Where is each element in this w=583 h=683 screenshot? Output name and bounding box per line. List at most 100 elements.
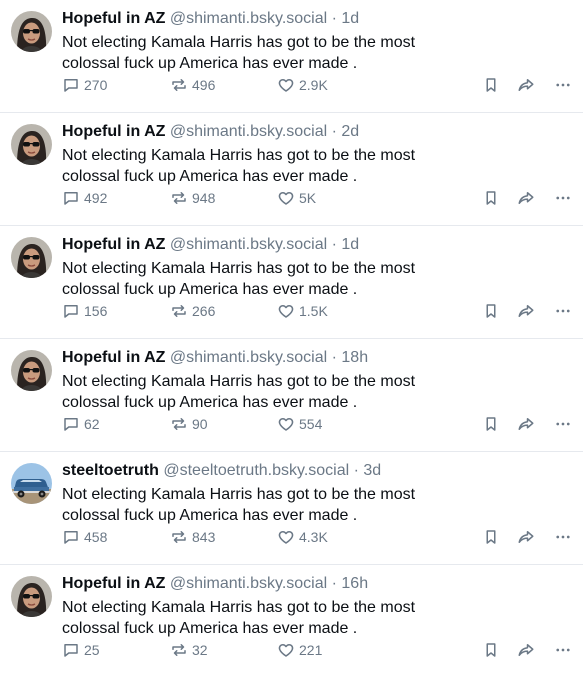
post-item[interactable]: Hopeful in AZ @shimanti.bsky.social · 16… — [0, 565, 583, 678]
repost-button[interactable]: 32 — [170, 639, 208, 661]
like-button[interactable]: 221 — [277, 639, 322, 661]
post-item[interactable]: steeltoetruth @steeltoetruth.bsky.social… — [0, 452, 583, 565]
avatar[interactable] — [11, 237, 52, 278]
share-button[interactable] — [516, 639, 536, 661]
reply-icon — [64, 531, 78, 544]
reply-icon — [64, 305, 78, 318]
author-handle[interactable]: @steeltoetruth.bsky.social — [163, 462, 349, 479]
reply-button[interactable]: 458 — [62, 526, 107, 548]
author-name[interactable]: Hopeful in AZ — [62, 236, 165, 253]
post-header: Hopeful in AZ @shimanti.bsky.social · 18… — [62, 348, 368, 368]
post-timestamp[interactable]: 1d — [341, 10, 359, 27]
post-item[interactable]: Hopeful in AZ @shimanti.bsky.social · 1d… — [0, 0, 583, 113]
author-name[interactable]: Hopeful in AZ — [62, 349, 165, 366]
bookmark-button[interactable] — [482, 74, 500, 96]
post-timestamp[interactable]: 1d — [341, 236, 359, 253]
reply-count: 62 — [84, 416, 100, 432]
share-button[interactable] — [516, 187, 536, 209]
author-handle[interactable]: @shimanti.bsky.social — [170, 349, 327, 366]
author-name[interactable]: Hopeful in AZ — [62, 10, 165, 27]
repost-button[interactable]: 948 — [170, 187, 215, 209]
bookmark-button[interactable] — [482, 413, 500, 435]
more-options-button[interactable] — [554, 74, 572, 96]
post-item[interactable]: Hopeful in AZ @shimanti.bsky.social · 1d… — [0, 226, 583, 339]
author-handle[interactable]: @shimanti.bsky.social — [170, 575, 327, 592]
separator: · — [327, 10, 342, 27]
bookmark-button[interactable] — [482, 300, 500, 322]
post-actions: 458 843 4.3K — [62, 526, 583, 548]
separator: · — [327, 575, 342, 592]
like-count: 5K — [299, 190, 317, 206]
author-name[interactable]: Hopeful in AZ — [62, 123, 165, 140]
reply-count: 458 — [84, 529, 108, 545]
repost-button[interactable]: 496 — [170, 74, 215, 96]
repost-icon — [172, 305, 186, 317]
bookmark-button[interactable] — [482, 526, 500, 548]
share-button[interactable] — [516, 74, 536, 96]
reply-icon — [64, 79, 78, 92]
share-button[interactable] — [516, 413, 536, 435]
post-item[interactable]: Hopeful in AZ @shimanti.bsky.social · 18… — [0, 339, 583, 452]
more-options-button[interactable] — [554, 639, 572, 661]
reply-count: 270 — [84, 77, 108, 93]
post-text: Not electing Kamala Harris has got to be… — [62, 260, 416, 298]
share-button[interactable] — [516, 300, 536, 322]
avatar[interactable] — [11, 576, 52, 617]
post-timestamp[interactable]: 18h — [341, 349, 368, 366]
reply-count: 25 — [84, 642, 100, 658]
post-item[interactable]: Hopeful in AZ @shimanti.bsky.social · 2d… — [0, 113, 583, 226]
bookmark-icon — [486, 191, 496, 205]
bookmark-button[interactable] — [482, 187, 500, 209]
avatar[interactable] — [11, 124, 52, 165]
like-count: 4.3K — [299, 529, 328, 545]
more-options-button[interactable] — [554, 526, 572, 548]
like-button[interactable]: 1.5K — [277, 300, 328, 322]
author-handle[interactable]: @shimanti.bsky.social — [170, 123, 327, 140]
post-text: Not electing Kamala Harris has got to be… — [62, 599, 416, 637]
like-button[interactable]: 554 — [277, 413, 322, 435]
avatar[interactable] — [11, 11, 52, 52]
like-button[interactable]: 5K — [277, 187, 316, 209]
separator: · — [349, 462, 364, 479]
like-button[interactable]: 2.9K — [277, 74, 328, 96]
repost-button[interactable]: 90 — [170, 413, 208, 435]
post-feed: Hopeful in AZ @shimanti.bsky.social · 1d… — [0, 0, 583, 678]
post-header: steeltoetruth @steeltoetruth.bsky.social… — [62, 461, 381, 481]
like-count: 2.9K — [299, 77, 328, 93]
bookmark-button[interactable] — [482, 639, 500, 661]
repost-button[interactable]: 266 — [170, 300, 215, 322]
more-options-button[interactable] — [554, 300, 572, 322]
reply-button[interactable]: 25 — [62, 639, 100, 661]
author-handle[interactable]: @shimanti.bsky.social — [170, 236, 327, 253]
reply-button[interactable]: 270 — [62, 74, 107, 96]
truck-avatar-icon — [11, 463, 52, 504]
post-timestamp[interactable]: 16h — [341, 575, 368, 592]
ellipsis-icon — [556, 196, 570, 200]
reply-button[interactable]: 156 — [62, 300, 107, 322]
post-text: Not electing Kamala Harris has got to be… — [62, 34, 416, 72]
post-actions: 492 948 5K — [62, 187, 583, 209]
repost-count: 843 — [192, 529, 216, 545]
author-handle[interactable]: @shimanti.bsky.social — [170, 10, 327, 27]
avatar[interactable] — [11, 463, 52, 504]
bookmark-icon — [486, 304, 496, 318]
share-button[interactable] — [516, 526, 536, 548]
repost-icon — [172, 531, 186, 543]
woman-avatar-icon — [11, 350, 52, 391]
author-name[interactable]: Hopeful in AZ — [62, 575, 165, 592]
more-options-button[interactable] — [554, 187, 572, 209]
author-name[interactable]: steeltoetruth — [62, 462, 159, 479]
repost-button[interactable]: 843 — [170, 526, 215, 548]
avatar[interactable] — [11, 350, 52, 391]
ellipsis-icon — [556, 422, 570, 426]
heart-icon — [278, 79, 294, 92]
more-options-button[interactable] — [554, 413, 572, 435]
reply-button[interactable]: 62 — [62, 413, 100, 435]
reply-button[interactable]: 492 — [62, 187, 107, 209]
ellipsis-icon — [556, 309, 570, 313]
post-timestamp[interactable]: 2d — [341, 123, 359, 140]
repost-count: 90 — [192, 416, 208, 432]
post-header: Hopeful in AZ @shimanti.bsky.social · 16… — [62, 574, 368, 594]
post-timestamp[interactable]: 3d — [363, 462, 381, 479]
like-button[interactable]: 4.3K — [277, 526, 328, 548]
